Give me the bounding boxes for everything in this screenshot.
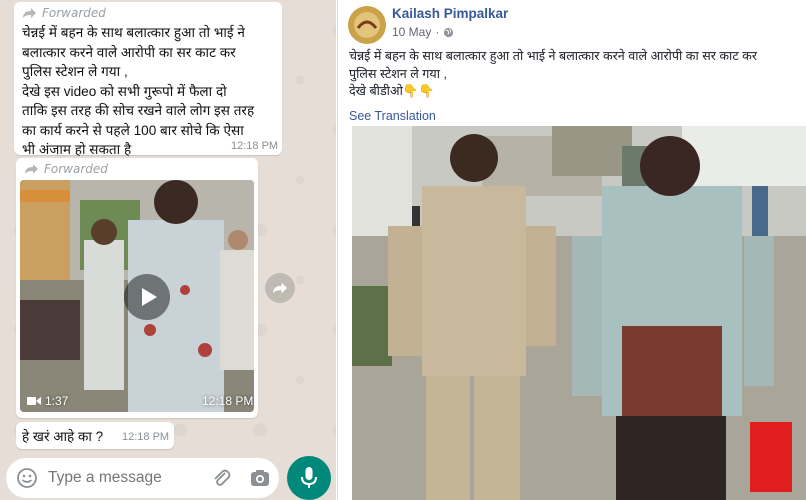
forward-icon [25,164,38,174]
camera-icon[interactable] [249,467,271,489]
mic-button[interactable] [287,456,331,500]
post-date[interactable]: 10 May · [392,25,454,39]
forwarded-text: Forwarded [42,6,106,20]
forwarded-text-message[interactable]: Forwarded चेन्नई में बहन के साथ बलात्कार… [14,2,282,157]
facebook-post-panel: Kailash Pimpalkar 10 May · चेन्नई में बह… [337,0,806,500]
message-time: 12:18 PM [202,394,254,408]
forward-icon [23,8,36,18]
forwarded-label: Forwarded [22,6,106,20]
forwarded-video-message[interactable]: Forwarded 1:37 12:18 PM [16,158,258,418]
message-time: 12:18 PM [231,140,279,152]
message-input-bar [0,456,336,500]
emoji-icon[interactable] [16,467,38,489]
message-time: 12:18 PM [122,431,170,443]
text-message[interactable]: हे खरं आहे का ? 12:18 PM [16,422,174,449]
whatsapp-chat-panel: Forwarded चेन्नई में बहन के साथ बलात्कार… [0,0,336,500]
video-camera-icon [27,397,41,405]
post-text: चेन्नई में बहन के साथ बलात्कार हुआ तो भा… [349,49,757,98]
video-thumbnail[interactable]: 1:37 12:18 PM [20,180,254,412]
message-text: हे खरं आहे का ? [22,429,104,444]
post-video-scene-image [352,126,806,500]
video-duration: 1:37 [27,394,68,408]
post-video[interactable] [352,126,806,500]
avatar[interactable] [348,6,386,44]
duration-text: 1:37 [45,394,69,408]
mic-icon [301,467,317,488]
attach-icon[interactable] [210,467,232,489]
message-input-box [6,458,279,498]
see-translation-link[interactable]: See Translation [349,109,436,123]
message-input[interactable] [46,468,200,488]
share-forward-icon[interactable] [265,273,295,303]
forwarded-label: Forwarded [24,162,108,176]
post-author-name[interactable]: Kailash Pimpalkar [392,6,508,21]
play-icon[interactable] [124,274,170,320]
forwarded-text: Forwarded [44,162,108,176]
post-date-text: 10 May [392,25,432,39]
globe-icon [444,27,454,37]
